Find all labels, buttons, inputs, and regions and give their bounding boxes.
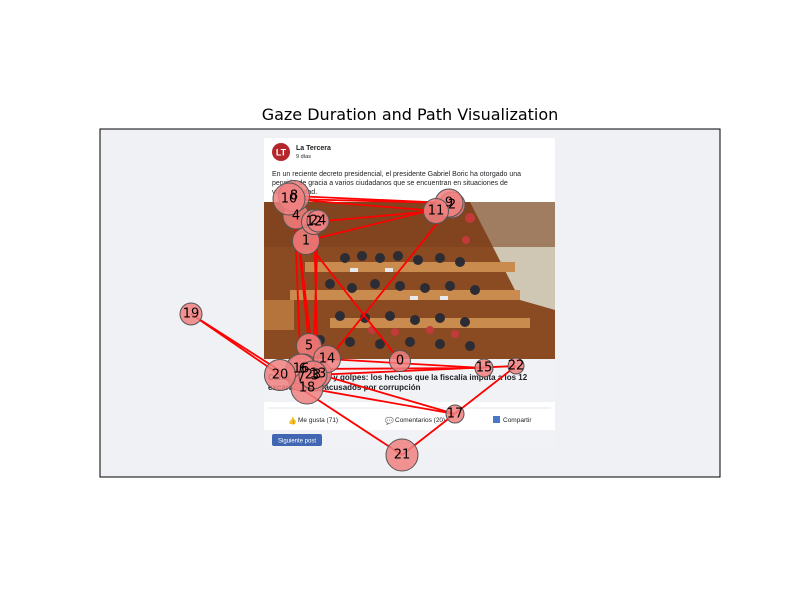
fixation-label: 11: [428, 204, 445, 219]
comment-action: Comentarios (20): [395, 417, 445, 424]
like-icon: 👍: [288, 416, 297, 425]
gaze-figure: Gaze Duration and Path Visualization LT …: [0, 0, 800, 600]
fixation-label: 14: [319, 352, 336, 367]
page-name: La Tercera: [296, 145, 331, 152]
share-icon: [493, 416, 500, 423]
fixation-label: 20: [272, 368, 289, 383]
next-post-label: Siguiente post: [278, 439, 316, 445]
post-body-line: pensión de gracia a varios ciudadanos qu…: [272, 180, 508, 187]
fixation-label: 0: [396, 354, 404, 369]
axes-area: LT La Tercera 9 días En un reciente decr…: [99, 128, 721, 478]
chart-title: Gaze Duration and Path Visualization: [262, 105, 559, 124]
fixation-label: 5: [305, 339, 313, 354]
fixation-label: 1: [302, 234, 310, 249]
page-logo-text: LT: [276, 148, 287, 158]
fixation-label: 21: [394, 448, 411, 463]
post-time: 9 días: [296, 154, 311, 160]
fixation-label: 19: [183, 307, 200, 322]
fixation-label: 4: [292, 209, 300, 224]
fixation-label: 9: [445, 196, 453, 211]
fixation-label: 10: [281, 192, 298, 207]
share-action: Compartir: [503, 417, 532, 424]
post-body-line: En un reciente decreto presidencial, el …: [272, 171, 521, 178]
comment-icon: 💬: [385, 416, 394, 425]
fixation-label: 17: [447, 407, 464, 422]
fixation-label: 23: [305, 368, 322, 383]
fixation-label: 15: [476, 361, 493, 376]
fixation-label: 18: [299, 381, 316, 396]
fixation-label: 22: [508, 359, 525, 374]
fixation-label: 24: [310, 214, 327, 229]
like-action: Me gusta (71): [298, 417, 338, 424]
